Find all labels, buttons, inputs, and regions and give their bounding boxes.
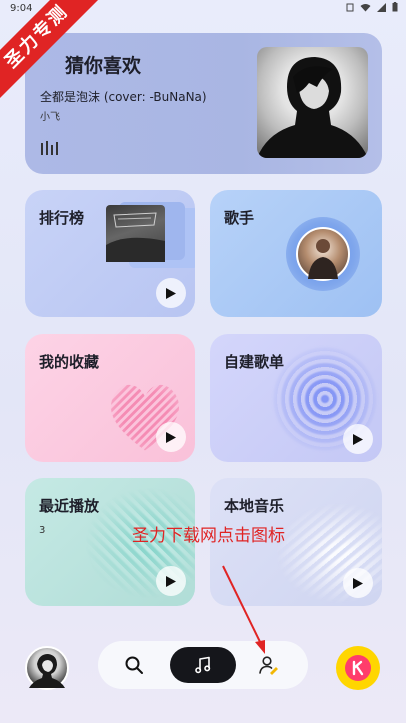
play-icon — [166, 575, 176, 587]
bottom-nav — [98, 641, 308, 689]
play-icon — [166, 287, 176, 299]
battery-icon — [392, 2, 398, 12]
chart-tile-title: 排行榜 — [39, 209, 85, 227]
custom-playlist-tile[interactable]: 自建歌单 — [210, 334, 382, 462]
recent-count: 3 — [39, 525, 46, 536]
recommended-song-title: 全都是泡沫 (cover: -BuNaNa) — [40, 90, 207, 104]
singer-tile[interactable]: 歌手 — [210, 190, 382, 317]
favorites-play-button[interactable] — [156, 422, 186, 452]
karaoke-k-icon — [345, 655, 371, 681]
chart-tile[interactable]: 排行榜 — [25, 190, 195, 317]
recommendation-title: 猜你喜欢 — [65, 55, 142, 77]
recommendation-card[interactable]: 猜你喜欢 全都是泡沫 (cover: -BuNaNa) 小飞 — [25, 33, 382, 174]
singer-figure — [308, 239, 338, 279]
singer-tile-title: 歌手 — [224, 209, 255, 227]
karaoke-button[interactable] — [336, 646, 380, 690]
notification-icon — [346, 3, 354, 11]
music-note-icon — [195, 656, 211, 674]
favorites-tile[interactable]: 我的收藏 — [25, 334, 195, 462]
avatar-figure — [29, 654, 65, 688]
play-icon — [353, 433, 363, 445]
nav-search[interactable] — [122, 653, 146, 677]
recent-play-button[interactable] — [156, 566, 186, 596]
annotation-arrow-icon — [222, 565, 265, 654]
custom-playlist-play-button[interactable] — [343, 424, 373, 454]
equalizer-icon — [41, 141, 58, 155]
cover-art-figure — [257, 57, 368, 158]
chart-cover-art — [106, 212, 165, 262]
search-icon — [125, 656, 143, 674]
wifi-icon — [360, 3, 371, 11]
k-letter-icon — [352, 660, 364, 676]
profile-avatar[interactable] — [25, 646, 69, 690]
play-icon — [166, 431, 176, 443]
watermark-overlay-text: 圣力下载网点击图标 — [132, 526, 285, 546]
favorites-tile-title: 我的收藏 — [39, 353, 100, 371]
singer-avatar — [296, 227, 350, 281]
status-icons — [346, 2, 398, 12]
recommended-album-cover[interactable] — [257, 47, 368, 158]
signal-icon — [377, 2, 386, 12]
status-time: 9:04 — [10, 3, 33, 14]
local-music-play-button[interactable] — [343, 568, 373, 598]
chart-album-cover — [106, 205, 165, 262]
custom-playlist-tile-title: 自建歌单 — [224, 353, 285, 371]
play-icon — [353, 577, 363, 589]
recommended-song-artist: 小飞 — [40, 112, 60, 123]
chart-play-button[interactable] — [156, 278, 186, 308]
